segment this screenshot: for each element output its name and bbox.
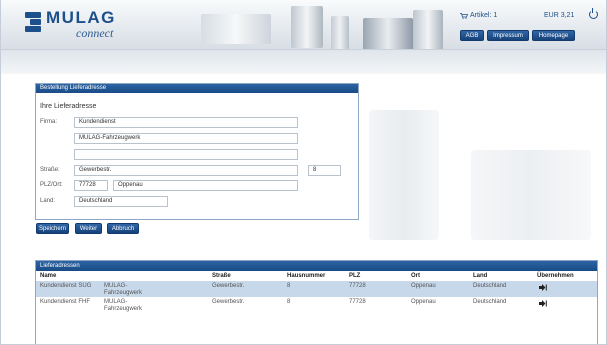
take-over-icon[interactable] — [539, 300, 547, 307]
mulag-logo[interactable]: MULAG connect — [25, 8, 155, 44]
header-band — [1, 50, 606, 74]
postal-code-input[interactable]: 77728 — [74, 180, 108, 191]
col-header-name: Name — [40, 273, 57, 279]
col-header-house-number: Hausnummer — [287, 273, 326, 279]
header-bolt-image — [331, 16, 349, 49]
firma-label: Firma: — [40, 119, 57, 125]
row-company-line2: Fahrzeugwerk — [104, 306, 143, 312]
row-street: Gewerbestr. — [212, 283, 245, 289]
row-country: Deutschland — [473, 299, 507, 305]
homepage-button[interactable]: Homepage — [532, 30, 575, 41]
save-button[interactable]: Speichern — [36, 223, 69, 234]
background-bolt-image — [369, 110, 439, 240]
header-bolt-image — [291, 6, 323, 48]
col-header-postal-code: PLZ — [349, 273, 361, 279]
agb-button[interactable]: AGB — [460, 30, 484, 41]
cart-total: EUR 3,21 — [544, 12, 575, 19]
next-button[interactable]: Weiter — [75, 223, 102, 234]
col-header-street: Straße — [212, 273, 231, 279]
row-name: Kundendienst FHF — [40, 299, 91, 305]
mulag-logo-icon — [25, 12, 41, 32]
header-banner: MULAG connect Artikel: 1 EUR 3,21 AGB Im… — [1, 0, 606, 50]
delivery-addresses-table: Lieferadressen Name Straße Hausnummer PL… — [35, 260, 598, 344]
col-header-city: Ort — [411, 273, 420, 279]
power-icon[interactable] — [589, 8, 598, 19]
row-house-number: 8 — [287, 283, 291, 289]
impressum-button[interactable]: Impressum — [487, 30, 529, 41]
row-company-line1: MULAG- — [104, 299, 128, 305]
header-bolt-image — [363, 18, 413, 49]
col-header-take-over: Übernehmen — [537, 273, 574, 279]
logo-subtitle: connect — [76, 26, 114, 40]
cart-item-count[interactable]: Artikel: 1 — [470, 12, 497, 19]
background-bolt-image — [471, 150, 591, 240]
table-row[interactable]: Kundendienst FHF MULAG- Fahrzeugwerk Gew… — [36, 297, 597, 313]
city-input[interactable]: Oppenau — [113, 180, 298, 191]
row-country: Deutschland — [473, 283, 507, 289]
row-street: Gewerbestr. — [212, 299, 245, 305]
firma-line2-input[interactable]: MULAG-Fahrzeugwerk — [74, 133, 298, 144]
row-company-line2: Fahrzeugwerk — [104, 290, 143, 296]
table-row[interactable]: Kundendienst SUG MULAG- Fahrzeugwerk Gew… — [36, 281, 597, 297]
house-number-input[interactable]: 8 — [308, 165, 341, 176]
row-name: Kundendienst SUG — [40, 283, 92, 289]
cart-icon[interactable] — [460, 13, 468, 19]
firma-line1-input[interactable]: Kundendienst — [74, 117, 298, 128]
delivery-address-form: Bestellung Lieferadresse Ihre Lieferadre… — [35, 83, 359, 220]
row-house-number: 8 — [287, 299, 291, 305]
logo-wordmark: MULAG — [46, 8, 116, 27]
row-company-line1: MULAG- — [104, 283, 128, 289]
header-bolt-image — [413, 10, 443, 49]
plz-ort-label: PLZ/Ort: — [40, 182, 63, 188]
row-postal-code: 77728 — [349, 299, 366, 305]
cancel-button[interactable]: Abbruch — [107, 223, 139, 234]
addresses-panel-title: Lieferadressen — [36, 261, 597, 271]
street-input[interactable]: Gewerbestr. — [74, 165, 298, 176]
take-over-icon[interactable] — [539, 284, 547, 291]
col-header-country: Land — [473, 273, 488, 279]
land-label: Land: — [40, 198, 56, 204]
country-select[interactable]: Deutschland — [74, 196, 168, 207]
app-window: MULAG connect Artikel: 1 EUR 3,21 AGB Im… — [0, 0, 607, 345]
firma-line3-input[interactable] — [74, 149, 298, 160]
form-panel-title: Bestellung Lieferadresse — [36, 84, 358, 93]
row-city: Oppenau — [411, 299, 436, 305]
header-bolt-image — [201, 14, 271, 44]
strasse-label: Straße: — [40, 167, 60, 173]
row-city: Oppenau — [411, 283, 436, 289]
row-postal-code: 77728 — [349, 283, 366, 289]
form-subtitle: Ihre Lieferadresse — [40, 103, 97, 110]
